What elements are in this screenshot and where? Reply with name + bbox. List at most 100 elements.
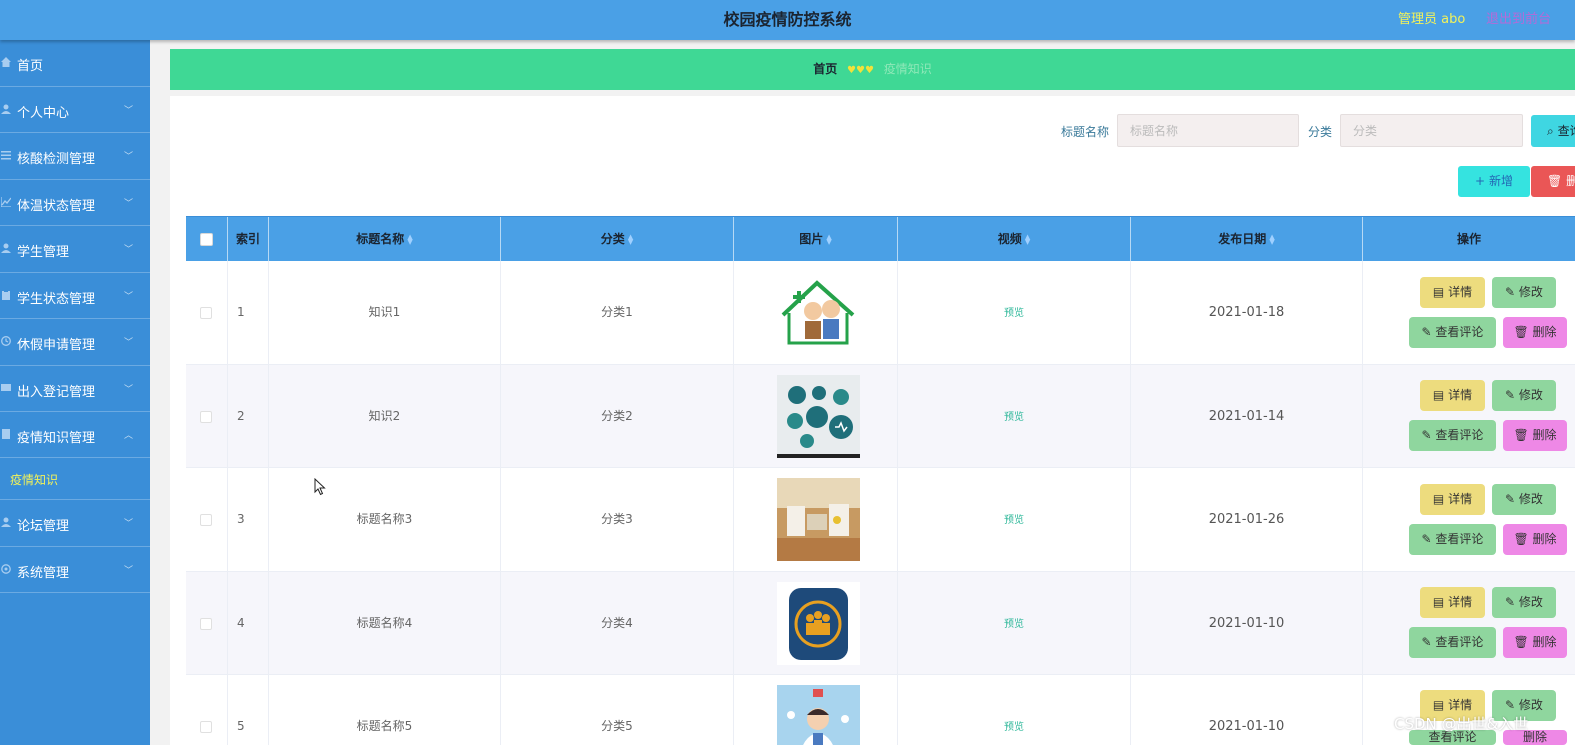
breadcrumb-home[interactable]: 首页 — [813, 62, 837, 76]
flag-icon — [1, 383, 11, 391]
sidebar-item-nucleic-test[interactable]: 核酸检测管理 ﹀ — [0, 133, 150, 180]
edit-button[interactable]: ✎ 修改 — [1492, 587, 1556, 618]
detail-button[interactable]: ▤ 详情 — [1420, 277, 1485, 308]
chevron-up-icon: ︿ — [124, 431, 134, 441]
edit-button[interactable]: ✎ 修改 — [1492, 380, 1556, 411]
detail-button[interactable]: ▤ 详情 — [1420, 587, 1485, 618]
chevron-down-icon: ﹀ — [124, 105, 134, 116]
sidebar-item-students[interactable]: 学生管理 ﹀ — [0, 226, 150, 273]
exit-to-frontend-link[interactable]: 退出到前台 — [1486, 8, 1551, 27]
delete-button[interactable]: 🗑 删除 — [1503, 627, 1567, 658]
row-checkbox[interactable] — [200, 617, 212, 630]
chevron-down-icon: ﹀ — [124, 291, 134, 302]
doctor-illustration-image[interactable] — [777, 685, 860, 745]
detail-button[interactable]: ▤ 详情 — [1420, 484, 1485, 515]
top-header: 校园疫情防控系统 管理员 abo 退出到前台 — [0, 0, 1575, 40]
column-header-image[interactable]: 图片 ▲ ▼ — [734, 217, 898, 262]
pencil-icon: ✎ — [1421, 325, 1436, 339]
video-preview-link[interactable]: 预览 — [1004, 619, 1024, 630]
document-icon: ▤ — [1432, 698, 1449, 712]
delete-button[interactable]: 🗑 删除 — [1503, 524, 1567, 555]
sidebar-item-leave-requests[interactable]: 休假申请管理 ﹀ — [0, 319, 150, 366]
row-checkbox[interactable] — [200, 410, 212, 423]
mouse-cursor-icon — [314, 478, 326, 496]
sidebar-item-label: 个人中心 — [17, 105, 70, 121]
table-row: 5 标题名称5 分类5 预览 2021-01-10 — [186, 675, 1575, 745]
detail-button[interactable]: ▤ 详情 — [1420, 380, 1485, 411]
sidebar-item-epidemic-knowledge[interactable]: 疫情知识管理 ︿ — [0, 412, 150, 458]
hospital-ward-image[interactable] — [777, 478, 860, 561]
row-title: 知识2 — [269, 364, 501, 468]
sidebar-item-system[interactable]: 系统管理 ﹀ — [0, 547, 150, 593]
chevron-down-icon: ﹀ — [124, 198, 134, 209]
row-title: 标题名称4 — [269, 571, 501, 675]
row-checkbox[interactable] — [200, 721, 212, 733]
category-search-label: 分类 — [1308, 125, 1333, 139]
table-row: 3 标题名称3 分类3 预览 2021-01-26 — [186, 468, 1575, 572]
video-preview-link[interactable]: 预览 — [1004, 722, 1024, 733]
sidebar-item-home[interactable]: 首页 — [0, 40, 150, 87]
sort-icon[interactable]: ▲ ▼ — [407, 233, 412, 245]
title-search-label: 标题名称 — [1061, 125, 1110, 139]
row-title: 标题名称5 — [269, 675, 501, 745]
people-group-badge-image[interactable] — [777, 581, 860, 665]
edit-button[interactable]: ✎ 修改 — [1492, 277, 1556, 308]
edit-button[interactable]: ✎ 修改 — [1492, 484, 1556, 515]
row-checkbox[interactable] — [200, 307, 212, 319]
row-title: 知识1 — [269, 261, 501, 364]
video-preview-link[interactable]: 预览 — [1004, 412, 1024, 423]
chevron-down-icon: ﹀ — [124, 338, 134, 348]
trash-icon: 🗑 — [1513, 532, 1533, 546]
table-row: 4 标题名称4 分类4 预览 2021-01-10 — [186, 571, 1575, 675]
sort-icon[interactable]: ▲ ▼ — [826, 233, 831, 245]
medical-icons-image[interactable] — [777, 374, 860, 458]
sidebar-item-temperature[interactable]: 体温状态管理 ﹀ — [0, 180, 150, 226]
title-search-input[interactable] — [1117, 114, 1299, 147]
sort-icon[interactable]: ▲ ▼ — [1269, 233, 1274, 245]
document-icon: ▤ — [1432, 492, 1449, 506]
column-header-video[interactable]: 视频 ▲ ▼ — [898, 217, 1131, 262]
column-header-title[interactable]: 标题名称 ▲ ▼ — [269, 217, 501, 262]
row-index: 1 — [237, 305, 245, 319]
row-index: 4 — [237, 615, 245, 630]
app-title: 校园疫情防控系统 — [723, 10, 852, 29]
delete-button[interactable]: 🗑 删除 — [1503, 420, 1567, 451]
column-header-date[interactable]: 发布日期 ▲ ▼ — [1131, 217, 1363, 262]
select-all-checkbox[interactable] — [200, 233, 213, 246]
chevron-down-icon: ﹀ — [124, 565, 134, 576]
view-comments-button[interactable]: ✎ 查看评论 — [1409, 317, 1496, 348]
pencil-icon: ✎ — [1421, 635, 1436, 649]
elderly-couple-house-image[interactable] — [777, 271, 860, 354]
table-row: 2 知识2 分类2 预览 2021-01-14 — [186, 364, 1575, 468]
row-category: 分类3 — [501, 468, 734, 571]
view-comments-button[interactable]: ✎ 查看评论 — [1409, 627, 1496, 658]
sidebar-subitem-epidemic-knowledge[interactable]: 疫情知识 — [0, 458, 150, 500]
search-icon: ⌕ — [1547, 124, 1554, 138]
sidebar-item-entry-exit[interactable]: 出入登记管理 ﹀ — [0, 366, 150, 412]
sidebar-item-personal-center[interactable]: 个人中心 ﹀ — [0, 87, 150, 133]
view-comments-button[interactable]: ✎ 查看评论 — [1409, 420, 1496, 451]
column-header-category[interactable]: 分类 ▲ ▼ — [501, 217, 734, 262]
sidebar-subitem-label: 疫情知识 — [10, 473, 59, 487]
sidebar-item-label: 体温状态管理 — [17, 198, 96, 214]
sort-icon[interactable]: ▲ ▼ — [1025, 233, 1030, 245]
row-index: 3 — [237, 512, 245, 526]
sidebar-item-student-status[interactable]: 学生状态管理 ﹀ — [0, 273, 150, 319]
view-comments-button[interactable]: ✎ 查看评论 — [1409, 524, 1496, 555]
trash-icon: 🗑 — [1513, 325, 1533, 339]
pencil-icon: ✎ — [1505, 698, 1519, 712]
select-all-column — [186, 217, 228, 262]
video-preview-link[interactable]: 预览 — [1004, 515, 1024, 526]
add-button[interactable]: + 新增 — [1458, 166, 1530, 197]
video-preview-link[interactable]: 预览 — [1004, 308, 1024, 319]
row-date: 2021-01-18 — [1131, 261, 1363, 364]
delete-button[interactable]: 🗑 删除 — [1503, 317, 1567, 348]
search-button[interactable]: ⌕ 查询 — [1531, 115, 1575, 147]
batch-delete-button[interactable]: 🗑 删除 — [1531, 166, 1575, 197]
row-checkbox[interactable] — [200, 514, 212, 526]
sort-icon[interactable]: ▲ ▼ — [628, 233, 633, 245]
sidebar-item-label: 首页 — [17, 59, 44, 74]
knowledge-table: 索引 标题名称 ▲ ▼ 分类 ▲ ▼ 图片 ▲ ▼ 视频 ▲ ▼ 发布日期 ▲ ▼ 操作 1 知识1… — [186, 216, 1575, 745]
category-search-input[interactable] — [1340, 114, 1523, 147]
sidebar-item-forum[interactable]: 论坛管理 ﹀ — [0, 500, 150, 547]
